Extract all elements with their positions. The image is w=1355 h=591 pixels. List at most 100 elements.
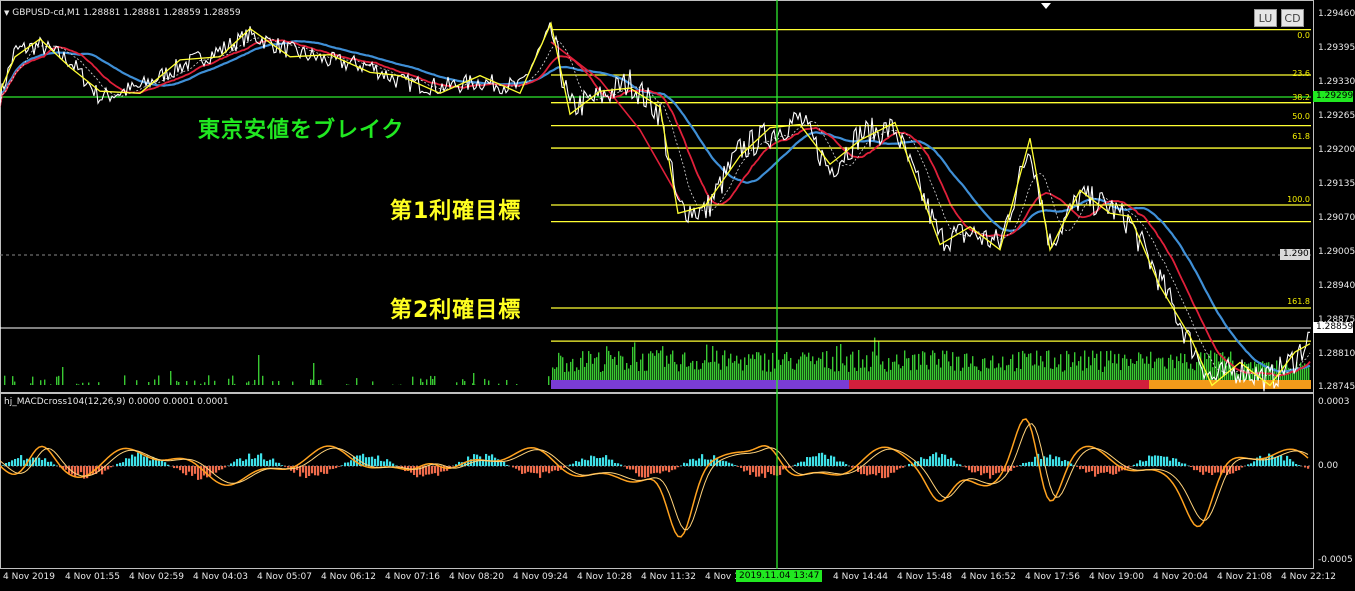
volume-bar [560,355,562,380]
volume-bar [800,356,802,380]
volume-bar [936,364,938,380]
macd-histogram-bar [887,466,890,478]
macd-histogram-bar [140,452,143,466]
volume-bar [898,364,900,380]
symbol-title: ▼ GBPUSD-cd,M1 1.28881 1.28881 1.28859 1… [4,8,241,18]
macd-histogram-bar [1151,456,1154,466]
volume-bar [582,351,584,380]
macd-histogram-bar [236,459,239,466]
macd-histogram-bar [764,466,767,478]
lu-button[interactable]: LU [1254,9,1277,27]
volume-bar [676,364,678,380]
volume-bar [976,366,978,380]
volume-bar [1010,359,1012,380]
volume-bar [1008,364,1010,380]
volume-bar [748,354,750,380]
macd-histogram-bar [1289,459,1292,466]
volume-bar [1104,366,1106,380]
volume-bar [836,346,838,380]
collapse-arrow-icon[interactable]: ▼ [4,9,9,17]
price-label: 1.28745 [1318,382,1355,392]
price-label: 1.29005 [1318,247,1355,257]
macd-histogram-bar [74,466,77,477]
macd-histogram-bar [740,466,743,468]
volume-bar [1154,361,1156,380]
volume-bar [1002,356,1004,380]
volume-bar [1094,357,1096,380]
volume-bar [578,369,580,380]
volume-bar [742,370,744,380]
volume-bar [1180,353,1182,380]
cd-button[interactable]: CD [1281,9,1304,27]
volume-bar [880,364,882,380]
macd-histogram-bar [491,454,494,466]
volume-bar [682,354,684,380]
macd-histogram-bar [545,466,548,472]
macd-histogram-bar [374,458,377,466]
volume-bar [1156,358,1158,380]
volume-bar [744,357,746,380]
volume-bar [618,351,620,380]
volume-bar [1026,357,1028,380]
volume-bar [1060,354,1062,380]
macd-histogram-bar [137,452,140,466]
fib-label-236: 23.6 [1292,69,1310,78]
volume-bar [1132,363,1134,380]
volume-bar [824,367,826,380]
volume-bar [1030,353,1032,380]
volume-bar [942,350,944,380]
volume-bar [1070,366,1072,380]
volume-bar [694,369,696,380]
macd-histogram-bar [587,460,590,466]
macd-histogram-bar [818,453,821,466]
macd-histogram-bar [143,456,146,466]
macd-histogram-bar [572,463,575,466]
macd-histogram-bar [1259,455,1262,466]
macd-histogram-bar [1064,459,1067,466]
volume-bar [1048,350,1050,380]
volume-bar [844,365,846,380]
macd-histogram-bar [1148,455,1151,466]
macd-histogram-bar [1175,458,1178,466]
macd-histogram-bar [323,466,326,474]
volume-bar [644,370,646,380]
macd-chart[interactable] [0,394,1313,569]
macd-histogram-bar [959,464,962,466]
macd-histogram-bar [875,466,878,476]
macd-histogram-bar [920,457,923,466]
macd-histogram-bar [17,458,20,466]
volume-bar [176,380,178,385]
volume-bar [982,358,984,380]
macd-histogram-bar [635,466,638,474]
volume-bar [1178,361,1180,380]
macd-histogram-bar [317,466,320,476]
macd-histogram-bar [743,466,746,472]
macd-histogram-bar [683,462,686,466]
macd-histogram-bar [632,466,635,470]
volume-bar [698,369,700,380]
volume-bar [1016,367,1018,380]
volume-bar [738,363,740,380]
macd-histogram-bar [947,459,950,466]
volume-bar [912,354,914,380]
price-chart[interactable] [0,0,1313,394]
volume-bar [690,362,692,380]
macd-histogram-bar [122,462,125,466]
volume-bar [1032,365,1034,380]
volume-bar [1088,356,1090,380]
volume-bar [1080,356,1082,380]
macd-histogram-bar [722,460,725,466]
volume-bar [1130,358,1132,380]
volume-bar [870,366,872,380]
volume-bar [318,380,320,385]
macd-histogram-bar [1202,466,1205,475]
macd-histogram-bar [116,463,119,466]
macd-histogram-bar [161,460,164,466]
volume-bar [840,344,842,380]
volume-bar [1118,353,1120,380]
macd-histogram-bar [863,466,866,475]
macd-histogram-bar [692,458,695,466]
volume-bar [1182,363,1184,380]
volume-bar [954,370,956,380]
volume-bar [730,353,732,380]
